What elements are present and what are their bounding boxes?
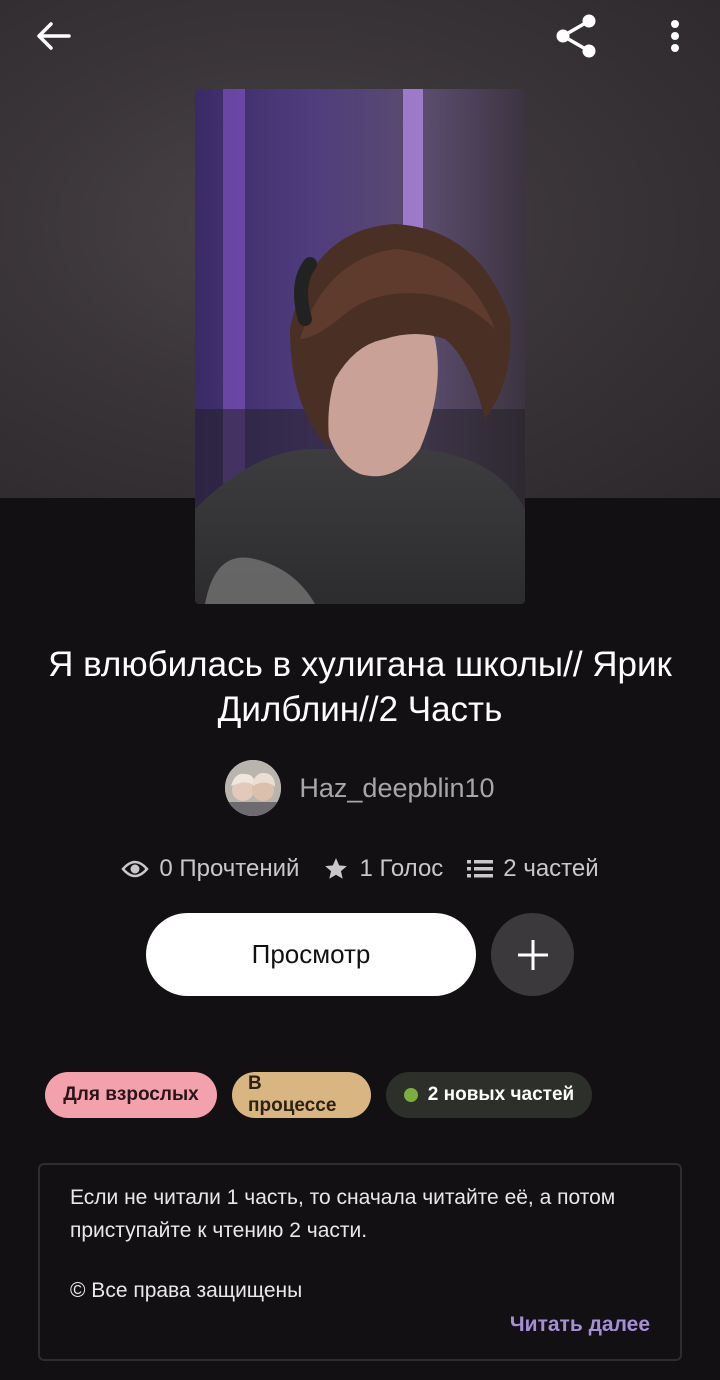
story-stats: 0 Прочтений 1 Голос 2 частей (0, 848, 720, 890)
new-indicator-dot (403, 1088, 418, 1102)
new-parts-label: 2 новых частей (427, 1084, 575, 1105)
read-more-link[interactable]: Читать далее (510, 1313, 650, 1337)
story-cover-image[interactable] (195, 89, 525, 604)
new-parts-tag: 2 новых частей (386, 1072, 592, 1118)
story-title: Я влюбилась в хулигана школы// Ярик Дилб… (48, 645, 672, 729)
top-bar (0, 0, 720, 72)
copyright-text: © Все права защищены (70, 1279, 303, 1302)
reads-count: 0 Прочтений (159, 855, 300, 882)
star-icon (325, 858, 348, 879)
author-row[interactable]: Haz_deepblin10 (0, 758, 720, 818)
parts-count: 2 частей (503, 855, 599, 882)
story-description: Если не читали 1 часть, то сначала читай… (38, 1163, 682, 1361)
arrow-left-icon (37, 22, 71, 50)
votes-count: 1 Голос (359, 855, 444, 882)
plus-icon (517, 939, 548, 970)
eye-icon (121, 860, 150, 878)
parts-stat: 2 частей (467, 855, 599, 883)
description-text: Если не читали 1 часть, то сначала читай… (70, 1186, 616, 1242)
reads-stat: 0 Прочтений (121, 855, 299, 883)
list-icon (467, 860, 494, 878)
share-button[interactable] (548, 10, 604, 62)
back-button[interactable] (28, 14, 78, 58)
author-avatar[interactable] (225, 760, 282, 816)
more-vertical-icon (671, 20, 679, 52)
more-options-button[interactable] (660, 12, 690, 60)
votes-stat: 1 Голос (323, 855, 443, 883)
preview-button[interactable]: Просмотр (146, 913, 476, 996)
mature-tag: Для взрослых (45, 1072, 217, 1118)
in-progress-tag: В процессе (232, 1072, 371, 1118)
share-icon (556, 14, 596, 58)
add-to-library-button[interactable] (491, 913, 574, 996)
author-username[interactable]: Haz_deepblin10 (299, 773, 494, 804)
